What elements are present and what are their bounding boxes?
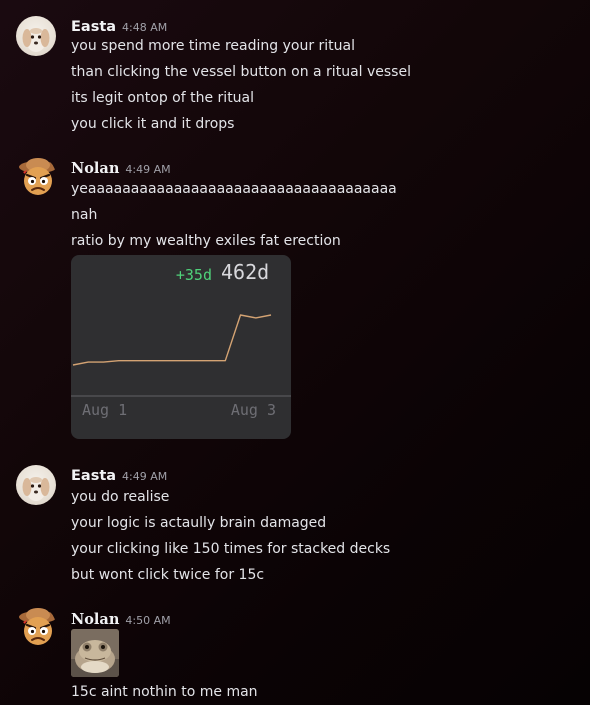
message-line: you spend more time reading your ritual — [71, 38, 356, 54]
dog-avatar[interactable] — [16, 465, 56, 505]
price-series-line — [72, 314, 272, 366]
message-header: Nolan 4:49 AM — [71, 158, 171, 178]
timestamp: 4:49 AM — [122, 470, 168, 483]
angry-face-avatar[interactable] — [16, 606, 56, 646]
message-header: Easta 4:49 AM — [71, 465, 167, 485]
price-change-label: +35d — [176, 266, 212, 284]
price-chart-embed[interactable]: +35d 462d Aug 1 Aug 3 — [71, 255, 291, 439]
timestamp: 4:48 AM — [122, 21, 168, 34]
timestamp: 4:49 AM — [125, 163, 171, 176]
message-line: you do realise — [71, 489, 170, 505]
message-header: Nolan 4:50 AM — [71, 609, 171, 629]
username[interactable]: Nolan — [71, 611, 119, 628]
username[interactable]: Easta — [71, 468, 116, 484]
message-line: its legit ontop of the ritual — [71, 90, 255, 106]
message-line: yeaaaaaaaaaaaaaaaaaaaaaaaaaaaaaaaaaaaa — [71, 181, 397, 197]
message-line: nah — [71, 207, 98, 223]
price-value-label: 462d — [221, 260, 269, 284]
username[interactable]: Easta — [71, 19, 116, 35]
message-line: your clicking like 150 times for stacked… — [71, 541, 391, 557]
message-line: but wont click twice for 15c — [71, 567, 265, 583]
message-line: you click it and it drops — [71, 116, 235, 132]
price-chart: +35d 462d Aug 1 Aug 3 — [71, 260, 291, 419]
message-line: 15c aint nothin to me man — [71, 684, 258, 700]
username[interactable]: Nolan — [71, 160, 119, 177]
message-line: than clicking the vessel button on a rit… — [71, 64, 411, 80]
toad-emoji-image[interactable] — [71, 629, 119, 677]
x-tick-label: Aug 3 — [231, 401, 276, 419]
dog-avatar[interactable] — [16, 16, 56, 56]
angry-face-avatar[interactable] — [16, 156, 56, 196]
x-tick-label: Aug 1 — [82, 401, 127, 419]
timestamp: 4:50 AM — [125, 614, 171, 627]
message-line: your logic is actaully brain damaged — [71, 515, 327, 531]
message-line: ratio by my wealthy exiles fat erection — [71, 233, 341, 249]
message-header: Easta 4:48 AM — [71, 16, 167, 36]
